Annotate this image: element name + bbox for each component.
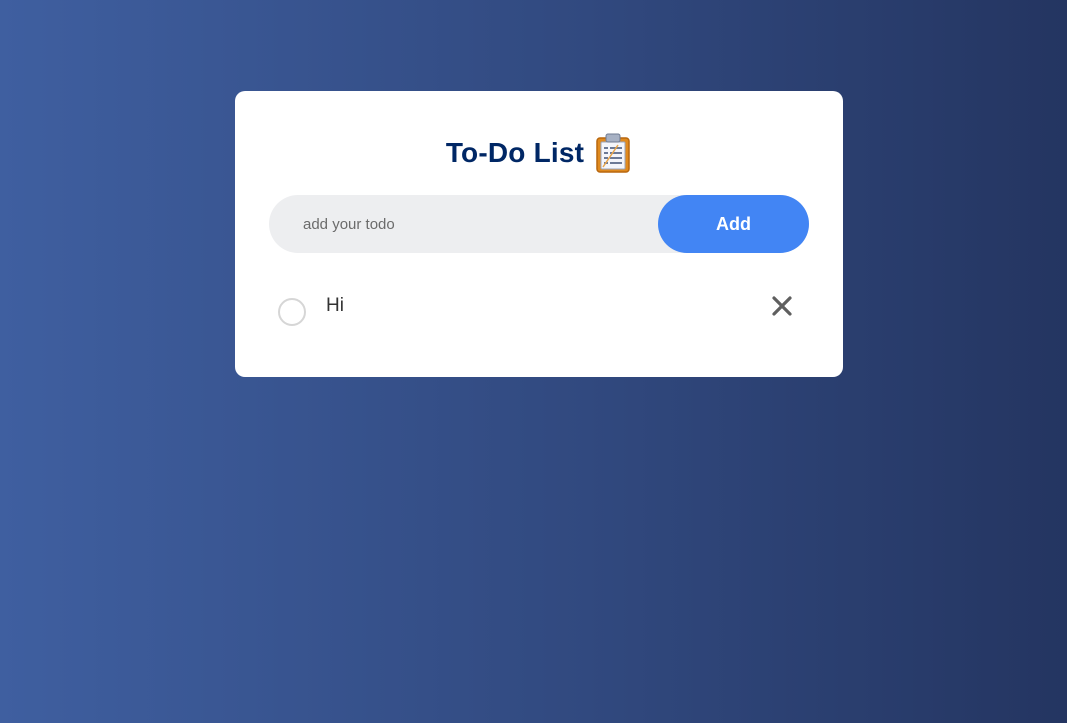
page-title: To-Do List (445, 137, 585, 168)
close-icon[interactable] (767, 291, 797, 321)
add-button[interactable]: Add (658, 195, 809, 253)
todo-text: Hi (326, 295, 344, 316)
clipboard-icon (594, 132, 632, 174)
unchecked-circle-icon[interactable] (278, 298, 306, 326)
todo-input[interactable] (269, 195, 658, 253)
todo-card: To-Do List Add Hi (235, 91, 843, 377)
todo-list: Hi (269, 287, 809, 331)
add-todo-form: Add (269, 195, 809, 253)
list-item[interactable]: Hi (269, 287, 809, 331)
title-row: To-Do List (235, 131, 843, 175)
